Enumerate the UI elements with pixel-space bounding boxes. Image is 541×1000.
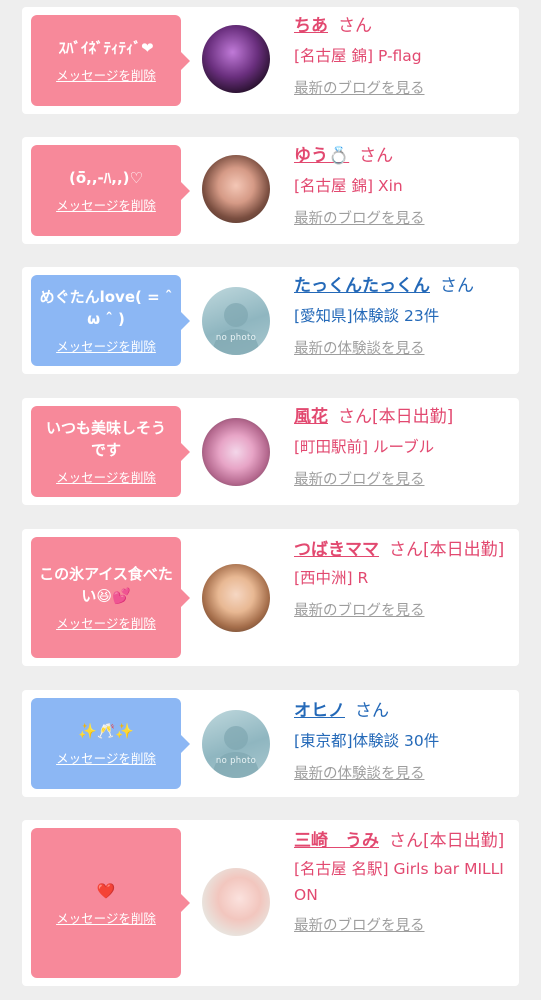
message-bubble: ✨🥂✨ メッセージを削除 [31, 698, 190, 789]
sender-info: 三崎 うみ さん[本日出勤] [名古屋 名駅] Girls bar MILLION… [294, 828, 509, 938]
message-list: ｽﾊﾞｲﾈﾞﾃｨﾃｨﾞ❤ メッセージを削除 ちあ さん [名古屋 錦] P-fla… [0, 0, 541, 1000]
avatar[interactable]: no photo [202, 287, 270, 355]
message-bubble: いつも美味しそうです メッセージを削除 [31, 406, 190, 497]
sender-info: ちあ さん [名古屋 錦] P-flag 最新のブログを見る [294, 13, 509, 101]
delete-message-link[interactable]: メッセージを削除 [56, 65, 156, 84]
latest-blog-link[interactable]: 最新のブログを見る [294, 207, 509, 231]
sender-name-link[interactable]: つばきママ [294, 540, 379, 560]
sender-info: ゆう💍 さん [名古屋 錦] Xin 最新のブログを見る [294, 143, 509, 231]
honorific: さん [355, 701, 389, 721]
message-text: ❤️ [96, 881, 116, 900]
honorific: さん [359, 146, 394, 166]
review-count: [愛知県]体験談 23件 [294, 307, 440, 325]
sender-info: オヒノ さん [東京都]体験談 30件 最新の体験談を見る [294, 698, 509, 786]
latest-blog-link[interactable]: 最新のブログを見る [294, 468, 509, 492]
message-card: ｽﾊﾞｲﾈﾞﾃｨﾃｨﾞ❤ メッセージを削除 ちあ さん [名古屋 錦] P-fla… [22, 7, 519, 114]
message-card: ❤️ メッセージを削除 三崎 うみ さん[本日出勤] [名古屋 名駅] Girls… [22, 820, 519, 986]
delete-message-link[interactable]: メッセージを削除 [56, 908, 156, 927]
sender-name-link[interactable]: ちあ [294, 16, 328, 36]
honorific: さん[本日出勤] [389, 540, 505, 560]
message-bubble: めぐたんlove( = ˆ ω ˆ ) メッセージを削除 [31, 275, 190, 366]
latest-review-link[interactable]: 最新の体験談を見る [294, 337, 509, 361]
shop-info: [町田駅前] ルーブル [294, 438, 435, 456]
no-photo-text: no photo [215, 333, 257, 343]
avatar[interactable] [202, 868, 270, 936]
sender-name-link[interactable]: ゆう💍 [294, 146, 349, 166]
avatar[interactable] [202, 564, 270, 632]
message-text: ｽﾊﾞｲﾈﾞﾃｨﾃｨﾞ❤ [58, 39, 154, 57]
message-card: めぐたんlove( = ˆ ω ˆ ) メッセージを削除 no photo たっ… [22, 267, 519, 374]
sender-name-link[interactable]: たっくんたっくん [294, 276, 430, 296]
avatar[interactable]: no photo [202, 710, 270, 778]
message-text: この氷アイス食べたい😆💕 [39, 565, 173, 605]
avatar[interactable] [202, 155, 270, 223]
delete-message-link[interactable]: メッセージを削除 [56, 748, 156, 767]
message-card: いつも美味しそうです メッセージを削除 風花 さん[本日出勤] [町田駅前] ルー… [22, 398, 519, 505]
message-bubble: (ӧ̈,,-ﾊ,,)♡ メッセージを削除 [31, 145, 190, 236]
honorific: さん[本日出勤] [389, 831, 505, 851]
sender-name-link[interactable]: 風花 [294, 407, 328, 427]
shop-info: [名古屋 錦] Xin [294, 177, 403, 195]
delete-message-link[interactable]: メッセージを削除 [56, 613, 156, 632]
message-text: いつも美味しそうです [45, 419, 166, 459]
latest-blog-link[interactable]: 最新のブログを見る [294, 599, 509, 623]
honorific: さん [440, 276, 474, 296]
latest-review-link[interactable]: 最新の体験談を見る [294, 762, 509, 786]
avatar[interactable] [202, 25, 270, 93]
message-card: この氷アイス食べたい😆💕 メッセージを削除 つばきママ さん[本日出勤] [西中洲… [22, 529, 519, 666]
message-card: ✨🥂✨ メッセージを削除 no photo オヒノ さん [東京都]体験談 30件… [22, 690, 519, 797]
delete-message-link[interactable]: メッセージを削除 [56, 336, 156, 355]
shop-info: [西中洲] R [294, 569, 369, 587]
silhouette-icon [212, 726, 260, 778]
message-text: ✨🥂✨ [77, 722, 135, 740]
message-card: (ӧ̈,,-ﾊ,,)♡ メッセージを削除 ゆう💍 さん [名古屋 錦] Xin 最… [22, 137, 519, 244]
message-text: めぐたんlove( = ˆ ω ˆ ) [39, 288, 173, 328]
honorific: さん [338, 16, 372, 36]
sender-info: 風花 さん[本日出勤] [町田駅前] ルーブル 最新のブログを見る [294, 404, 509, 492]
message-bubble: ❤️ メッセージを削除 [31, 828, 190, 978]
sender-name-link[interactable]: 三崎 うみ [294, 831, 379, 851]
delete-message-link[interactable]: メッセージを削除 [56, 467, 156, 486]
delete-message-link[interactable]: メッセージを削除 [56, 195, 156, 214]
shop-info: [名古屋 錦] P-flag [294, 47, 422, 65]
sender-info: たっくんたっくん さん [愛知県]体験談 23件 最新の体験談を見る [294, 273, 509, 361]
shop-info: [名古屋 名駅] Girls bar MILLION [294, 860, 504, 904]
no-photo-text: no photo [215, 756, 257, 766]
avatar[interactable] [202, 418, 270, 486]
silhouette-icon [212, 303, 260, 355]
honorific: さん[本日出勤] [338, 407, 454, 427]
sender-info: つばきママ さん[本日出勤] [西中洲] R 最新のブログを見る [294, 537, 509, 623]
review-count: [東京都]体験談 30件 [294, 732, 440, 750]
message-bubble: ｽﾊﾞｲﾈﾞﾃｨﾃｨﾞ❤ メッセージを削除 [31, 15, 190, 106]
latest-blog-link[interactable]: 最新のブログを見る [294, 77, 509, 101]
message-text: (ӧ̈,,-ﾊ,,)♡ [69, 169, 143, 187]
latest-blog-link[interactable]: 最新のブログを見る [294, 914, 509, 938]
sender-name-link[interactable]: オヒノ [294, 701, 345, 721]
message-bubble: この氷アイス食べたい😆💕 メッセージを削除 [31, 537, 190, 658]
